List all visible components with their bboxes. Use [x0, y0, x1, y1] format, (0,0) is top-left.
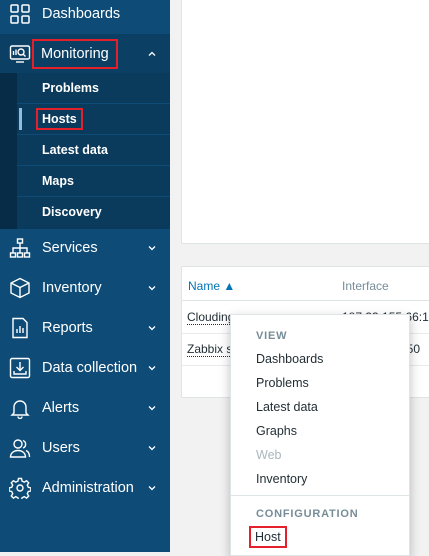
- submenu-rail: [0, 73, 17, 229]
- nav-users[interactable]: Users: [0, 428, 170, 468]
- chevron-down-icon: [146, 282, 158, 294]
- nav-monitoring-label: Monitoring: [32, 39, 118, 69]
- sidebar: Dashboards Monitoring Problems Hosts Lat…: [0, 0, 170, 552]
- nav-services[interactable]: Services: [0, 228, 170, 268]
- chevron-down-icon: [146, 482, 158, 494]
- monitoring-icon: [9, 43, 31, 65]
- reports-icon: [9, 317, 31, 339]
- nav-alerts-label: Alerts: [42, 400, 80, 416]
- chevron-down-icon: [146, 442, 158, 454]
- nav-administration[interactable]: Administration: [0, 468, 170, 508]
- dashboard-icon: [9, 3, 31, 25]
- nav-administration-label: Administration: [42, 480, 134, 496]
- submenu-hosts-label: Hosts: [36, 108, 83, 130]
- users-icon: [9, 437, 31, 459]
- chevron-down-icon: [146, 242, 158, 254]
- nav-reports-label: Reports: [42, 320, 93, 336]
- chevron-down-icon: [146, 362, 158, 374]
- data-collection-icon: [9, 357, 31, 379]
- column-header-name[interactable]: Name ▲: [188, 279, 235, 293]
- submenu-hosts[interactable]: Hosts: [17, 104, 170, 135]
- nav-reports[interactable]: Reports: [0, 308, 170, 348]
- menu-item-problems[interactable]: Problems: [256, 376, 309, 390]
- nav-data-collection[interactable]: Data collection: [0, 348, 170, 388]
- menu-item-dashboards[interactable]: Dashboards: [256, 352, 323, 366]
- submenu-discovery[interactable]: Discovery: [17, 197, 170, 227]
- submenu-discovery-label: Discovery: [42, 205, 102, 219]
- nav-users-label: Users: [42, 440, 80, 456]
- submenu-latest-data[interactable]: Latest data: [17, 135, 170, 166]
- column-header-interface[interactable]: Interface: [342, 279, 389, 293]
- menu-section-view: VIEW: [256, 330, 288, 342]
- main-top-panel: [181, 0, 429, 244]
- chevron-down-icon: [146, 322, 158, 334]
- chevron-down-icon: [146, 402, 158, 414]
- menu-divider: [231, 495, 409, 496]
- table-header-divider: [182, 300, 429, 301]
- services-icon: [9, 237, 31, 259]
- nav-dashboards[interactable]: Dashboards: [0, 0, 170, 34]
- nav-inventory-label: Inventory: [42, 280, 102, 296]
- host-context-menu: VIEW Dashboards Problems Latest data Gra…: [230, 314, 410, 556]
- menu-item-web: Web: [256, 448, 282, 462]
- nav-alerts[interactable]: Alerts: [0, 388, 170, 428]
- inventory-icon: [9, 277, 31, 299]
- submenu-problems-label: Problems: [42, 81, 99, 95]
- nav-dashboards-label: Dashboards: [42, 6, 121, 22]
- menu-section-configuration: CONFIGURATION: [256, 508, 359, 520]
- bell-icon: [9, 397, 31, 419]
- submenu-maps[interactable]: Maps: [17, 166, 170, 197]
- submenu-maps-label: Maps: [42, 174, 74, 188]
- monitoring-submenu: Problems Hosts Latest data Maps Discover…: [0, 73, 170, 229]
- menu-item-latest-data[interactable]: Latest data: [256, 400, 318, 414]
- nav-data-collection-label: Data collection: [42, 360, 138, 376]
- submenu-latest-data-label: Latest data: [42, 143, 108, 157]
- nav-monitoring[interactable]: Monitoring: [0, 34, 170, 74]
- gear-icon: [9, 477, 31, 499]
- host-name-link[interactable]: Clouding: [187, 310, 235, 325]
- menu-item-inventory[interactable]: Inventory: [256, 472, 307, 486]
- submenu-problems[interactable]: Problems: [17, 73, 170, 104]
- nav-inventory[interactable]: Inventory: [0, 268, 170, 308]
- chevron-up-icon: [146, 48, 158, 60]
- host-name-link[interactable]: Zabbix s: [187, 342, 233, 357]
- menu-item-host[interactable]: Host: [249, 526, 287, 548]
- menu-item-graphs[interactable]: Graphs: [256, 424, 297, 438]
- nav-services-label: Services: [42, 240, 98, 256]
